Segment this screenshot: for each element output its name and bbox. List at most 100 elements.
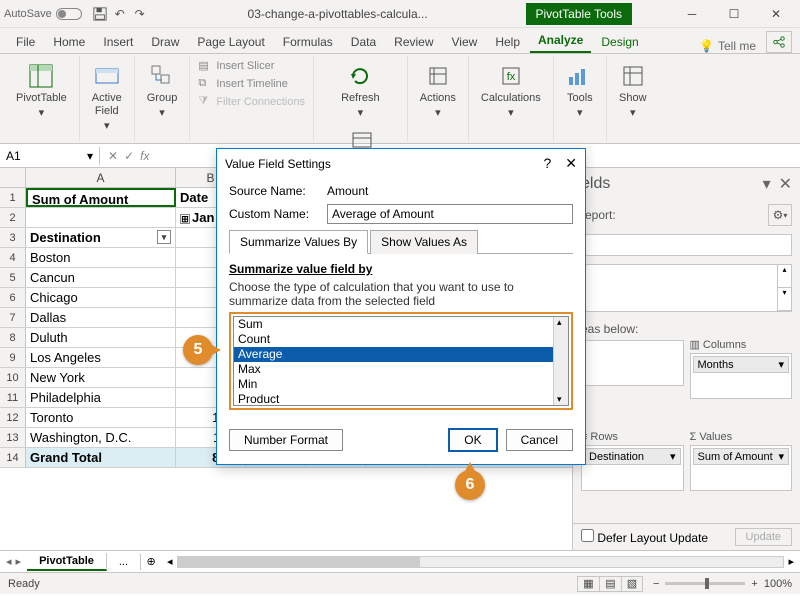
group-button[interactable]: Group ▾ xyxy=(141,58,184,124)
list-option[interactable]: Count xyxy=(234,332,568,347)
row-header[interactable]: 13 xyxy=(0,428,26,447)
cancel-icon[interactable]: ✕ xyxy=(108,149,118,163)
refresh-button[interactable]: Refresh ▾ xyxy=(335,58,386,124)
page-break-view-button[interactable]: ▧ xyxy=(621,576,643,592)
area-item[interactable]: Sum of Amount▾ xyxy=(693,448,790,465)
scroll-left-icon[interactable]: ◂ xyxy=(167,555,173,568)
active-field-button[interactable]: Active Field ▾ xyxy=(86,58,128,138)
ok-button[interactable]: OK xyxy=(448,428,497,452)
zoom-level[interactable]: 100% xyxy=(764,578,792,590)
show-button[interactable]: Show ▾ xyxy=(613,58,653,124)
row-header[interactable]: 3 xyxy=(0,228,26,247)
select-all-corner[interactable] xyxy=(0,168,26,187)
autosave-toggle[interactable]: AutoSave xyxy=(4,8,82,20)
rows-area[interactable]: Destination▾ xyxy=(581,445,684,491)
tab-design[interactable]: Design xyxy=(593,31,646,53)
pivottable-button[interactable]: PivotTable ▾ xyxy=(10,58,73,124)
row-header[interactable]: 1 xyxy=(0,188,26,207)
filter-dropdown-icon[interactable]: ▾ xyxy=(157,230,171,244)
insert-timeline-button[interactable]: ⧉Insert Timeline xyxy=(196,76,307,92)
scroll-down-icon[interactable]: ▾ xyxy=(777,288,791,311)
tab-summarize-values-by[interactable]: Summarize Values By xyxy=(229,230,368,254)
tab-view[interactable]: View xyxy=(444,31,486,53)
tab-file[interactable]: File xyxy=(8,31,43,53)
fx-icon[interactable]: fx xyxy=(140,149,149,163)
list-option[interactable]: Average xyxy=(234,347,568,362)
tab-data[interactable]: Data xyxy=(343,31,384,53)
cell[interactable]: Los Angeles xyxy=(26,348,176,367)
tab-show-values-as[interactable]: Show Values As xyxy=(370,230,478,254)
tab-formulas[interactable]: Formulas xyxy=(275,31,341,53)
area-item[interactable]: Months▾ xyxy=(693,356,790,373)
row-header[interactable]: 4 xyxy=(0,248,26,267)
sheet-tab[interactable]: PivotTable xyxy=(27,553,107,571)
cell[interactable]: Destination▾ xyxy=(26,228,176,247)
row-header[interactable]: 9 xyxy=(0,348,26,367)
defer-checkbox[interactable]: Defer Layout Update xyxy=(581,529,708,545)
list-option[interactable]: Product xyxy=(234,392,568,406)
tell-me-search[interactable]: 💡 Tell me xyxy=(699,39,756,53)
cell[interactable]: Sum of Amount xyxy=(26,188,176,207)
cell[interactable]: Cancun xyxy=(26,268,176,287)
row-header[interactable]: 7 xyxy=(0,308,26,327)
tab-review[interactable]: Review xyxy=(386,31,441,53)
sheet-nav-next[interactable]: ▸ xyxy=(16,555,22,568)
scroll-thumb[interactable] xyxy=(178,557,420,567)
cell[interactable]: Philadelphia xyxy=(26,388,176,407)
scroll-right-icon[interactable]: ▸ xyxy=(788,555,794,568)
row-header[interactable]: 14 xyxy=(0,448,26,467)
sheet-nav-prev[interactable]: ◂ xyxy=(6,555,12,568)
insert-slicer-button[interactable]: ▤Insert Slicer xyxy=(196,58,307,74)
expand-icon[interactable]: ⊞ xyxy=(180,214,190,224)
list-option[interactable]: Sum xyxy=(234,317,568,332)
tab-analyze[interactable]: Analyze xyxy=(530,29,591,53)
close-button[interactable]: ✕ xyxy=(756,2,796,26)
enter-icon[interactable]: ✓ xyxy=(124,149,134,163)
redo-icon[interactable]: ↷ xyxy=(130,4,150,24)
update-button[interactable]: Update xyxy=(735,528,792,546)
cell[interactable] xyxy=(26,208,176,227)
scroll-up-icon[interactable]: ▴ xyxy=(777,265,791,288)
row-header[interactable]: 11 xyxy=(0,388,26,407)
zoom-out-button[interactable]: − xyxy=(653,578,659,590)
tab-draw[interactable]: Draw xyxy=(143,31,187,53)
filter-connections-button[interactable]: ⧩Filter Connections xyxy=(196,94,307,110)
zoom-in-button[interactable]: + xyxy=(751,578,757,590)
columns-area[interactable]: Months▾ xyxy=(690,353,793,399)
cancel-button[interactable]: Cancel xyxy=(506,429,573,451)
list-option[interactable]: Min xyxy=(234,377,568,392)
row-header[interactable]: 2 xyxy=(0,208,26,227)
gear-button[interactable]: ⚙▾ xyxy=(768,204,792,226)
fields-search-input[interactable] xyxy=(581,234,792,256)
list-option[interactable]: Max xyxy=(234,362,568,377)
maximize-button[interactable]: ☐ xyxy=(714,2,754,26)
help-button[interactable]: ? xyxy=(543,155,551,172)
share-button[interactable] xyxy=(766,31,792,53)
row-header[interactable]: 6 xyxy=(0,288,26,307)
close-icon[interactable]: ✕ xyxy=(565,155,577,172)
row-header[interactable]: 8 xyxy=(0,328,26,347)
tab-insert[interactable]: Insert xyxy=(95,31,141,53)
undo-icon[interactable]: ↶ xyxy=(110,4,130,24)
cell[interactable]: Boston xyxy=(26,248,176,267)
cell[interactable]: Dallas xyxy=(26,308,176,327)
normal-view-button[interactable]: ▦ xyxy=(577,576,599,592)
horizontal-scrollbar[interactable]: ◂ ▸ xyxy=(161,555,800,568)
listbox-scrollbar[interactable] xyxy=(553,317,568,405)
cell[interactable]: Toronto xyxy=(26,408,176,427)
minimize-button[interactable]: ─ xyxy=(672,2,712,26)
add-sheet-button[interactable]: ⊕ xyxy=(141,555,161,568)
fields-list[interactable]: ▴▾ xyxy=(581,264,792,312)
col-header-a[interactable]: A xyxy=(26,168,176,187)
save-icon[interactable] xyxy=(90,4,110,24)
close-icon[interactable]: ✕ xyxy=(779,174,792,194)
sheet-tab[interactable]: ... xyxy=(107,554,141,570)
row-header[interactable]: 5 xyxy=(0,268,26,287)
chevron-down-icon[interactable]: ▾ xyxy=(763,174,771,194)
summarize-function-listbox[interactable]: Sum Count Average Max Min Product xyxy=(233,316,569,406)
cell[interactable]: Washington, D.C. xyxy=(26,428,176,447)
row-header[interactable]: 10 xyxy=(0,368,26,387)
custom-name-input[interactable] xyxy=(327,204,573,224)
calculations-button[interactable]: fx Calculations ▾ xyxy=(475,58,547,124)
actions-button[interactable]: Actions ▾ xyxy=(414,58,462,124)
